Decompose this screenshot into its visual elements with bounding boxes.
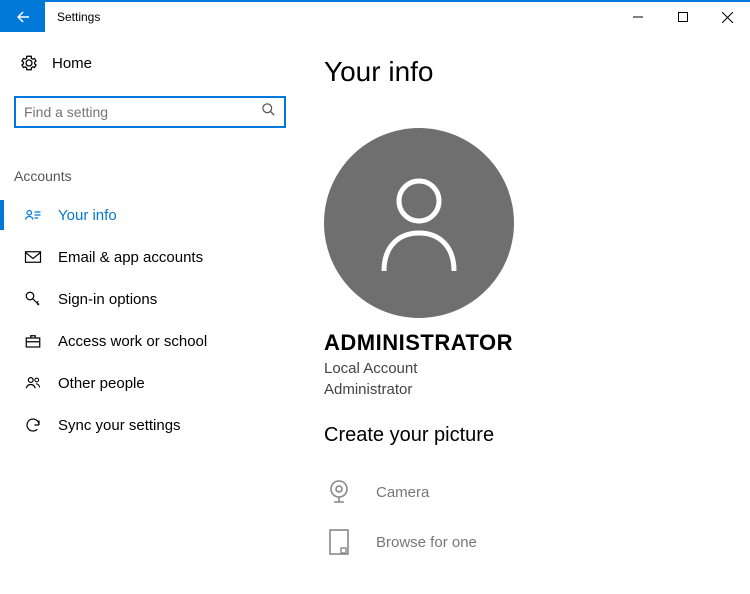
close-icon: [722, 12, 733, 23]
window-title: Settings: [45, 2, 112, 32]
home-label: Home: [52, 55, 92, 72]
minimize-button[interactable]: [615, 2, 660, 32]
sidebar-item-label: Other people: [58, 375, 145, 392]
picture-section-title: Create your picture: [324, 424, 494, 447]
person-card-icon: [24, 206, 42, 224]
maximize-icon: [678, 12, 688, 22]
option-label: Browse for one: [376, 534, 477, 551]
maximize-button[interactable]: [660, 2, 705, 32]
sidebar-item-email[interactable]: Email & app accounts: [10, 236, 290, 278]
minimize-icon: [633, 12, 643, 22]
close-button[interactable]: [705, 2, 750, 32]
sidebar-section-title: Accounts: [10, 168, 290, 194]
option-label: Camera: [376, 484, 429, 501]
camera-icon: [324, 477, 354, 507]
profile-block: ADMINISTRATOR Local Account Administrato…: [324, 128, 726, 567]
sidebar-item-label: Access work or school: [58, 333, 207, 350]
home-nav[interactable]: Home: [10, 46, 290, 80]
briefcase-icon: [24, 332, 42, 350]
user-name: ADMINISTRATOR: [324, 330, 513, 356]
browse-icon: [324, 527, 354, 557]
sidebar-item-label: Email & app accounts: [58, 249, 203, 266]
main-panel: Your info ADMINISTRATOR Local Account Ad…: [300, 32, 750, 592]
titlebar: Settings: [0, 2, 750, 32]
mail-icon: [24, 248, 42, 266]
sidebar: Home Accounts Your info Email & app acco…: [0, 32, 300, 592]
gear-icon: [20, 54, 38, 72]
sidebar-item-label: Sign-in options: [58, 291, 157, 308]
browse-option[interactable]: Browse for one: [324, 517, 477, 567]
people-icon: [24, 374, 42, 392]
camera-option[interactable]: Camera: [324, 467, 429, 517]
sidebar-item-work[interactable]: Access work or school: [10, 320, 290, 362]
person-icon: [374, 173, 464, 273]
back-button[interactable]: [0, 2, 45, 32]
content-area: Home Accounts Your info Email & app acco…: [0, 32, 750, 592]
sidebar-item-other-people[interactable]: Other people: [10, 362, 290, 404]
arrow-left-icon: [14, 8, 32, 26]
search-icon: [261, 102, 276, 122]
sidebar-item-label: Sync your settings: [58, 417, 181, 434]
search-input[interactable]: [24, 104, 261, 120]
avatar: [324, 128, 514, 318]
user-role: Administrator: [324, 381, 412, 398]
sidebar-item-signin[interactable]: Sign-in options: [10, 278, 290, 320]
page-title: Your info: [324, 56, 726, 88]
sidebar-item-label: Your info: [58, 207, 117, 224]
account-type: Local Account: [324, 360, 417, 377]
key-icon: [24, 290, 42, 308]
sync-icon: [24, 416, 42, 434]
search-box[interactable]: [14, 96, 286, 128]
sidebar-item-your-info[interactable]: Your info: [10, 194, 290, 236]
sidebar-item-sync[interactable]: Sync your settings: [10, 404, 290, 446]
